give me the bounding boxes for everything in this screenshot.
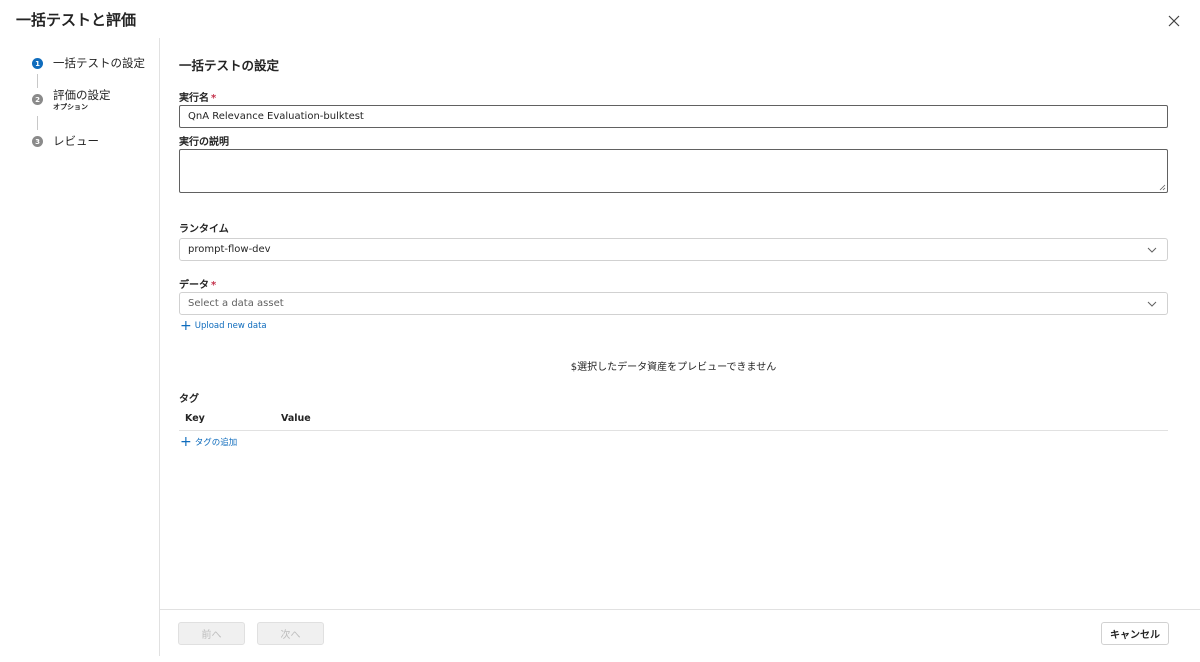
step-connector xyxy=(37,74,38,88)
run-name-input[interactable] xyxy=(179,105,1168,128)
step-number-badge: 1 xyxy=(32,58,43,69)
step-label: 一括テストの設定 xyxy=(53,56,145,70)
step-optional-label: オプション xyxy=(53,103,88,111)
chevron-down-icon xyxy=(1147,301,1157,307)
section-title: 一括テストの設定 xyxy=(179,58,280,73)
resize-grip-icon[interactable] xyxy=(1159,184,1166,191)
run-name-label: 実行名 * xyxy=(179,93,217,104)
preview-unavailable-message: $選択したデータ資産をプレビューできません xyxy=(570,362,777,373)
dialog-footer: 前へ 次へ キャンセル xyxy=(160,609,1200,662)
chevron-down-icon xyxy=(1147,247,1157,253)
form-panel: 一括テストの設定 実行名* 実行の説明 ランタイム prompt-flow-de… xyxy=(179,0,1169,610)
previous-button[interactable]: 前へ xyxy=(178,622,245,645)
step-batch-test-settings[interactable]: 1 一括テストの設定 xyxy=(32,55,145,71)
run-description-label: 実行の説明 xyxy=(179,137,229,148)
dialog-title: 一括テストと評価 xyxy=(16,11,137,29)
column-header-key: Key xyxy=(185,413,205,424)
runtime-dropdown[interactable]: prompt-flow-dev xyxy=(179,238,1168,261)
cancel-button[interactable]: キャンセル xyxy=(1101,622,1169,645)
runtime-selected-value: prompt-flow-dev xyxy=(188,244,271,255)
tags-table-header: Key Value xyxy=(179,411,1168,431)
data-asset-dropdown[interactable]: Select a data asset xyxy=(179,292,1168,315)
data-asset-placeholder: Select a data asset xyxy=(188,298,284,309)
plus-icon: + xyxy=(180,434,192,450)
column-header-value: Value xyxy=(281,413,311,424)
step-number-badge: 2 xyxy=(32,94,43,105)
step-number-badge: 3 xyxy=(32,136,43,147)
runtime-label: ランタイム xyxy=(179,224,229,235)
step-review[interactable]: 3 レビュー xyxy=(32,133,99,149)
step-connector xyxy=(37,116,38,130)
step-label: 評価の設定 xyxy=(53,88,111,102)
required-mark: * xyxy=(211,93,217,104)
run-description-textarea[interactable] xyxy=(179,149,1168,193)
wizard-stepper: 1 一括テストの設定 2 評価の設定 オプション 3 レビュー xyxy=(0,38,160,656)
upload-new-data-link[interactable]: + Upload new data xyxy=(180,318,267,334)
step-label: レビュー xyxy=(53,134,99,148)
step-evaluation-settings[interactable]: 2 評価の設定 オプション xyxy=(32,87,111,112)
plus-icon: + xyxy=(180,318,192,334)
add-tag-link[interactable]: + タグの追加 xyxy=(180,434,237,450)
data-label: データ * xyxy=(179,280,217,291)
tags-label: タグ xyxy=(179,394,199,405)
next-button[interactable]: 次へ xyxy=(257,622,324,645)
required-mark: * xyxy=(211,280,217,291)
